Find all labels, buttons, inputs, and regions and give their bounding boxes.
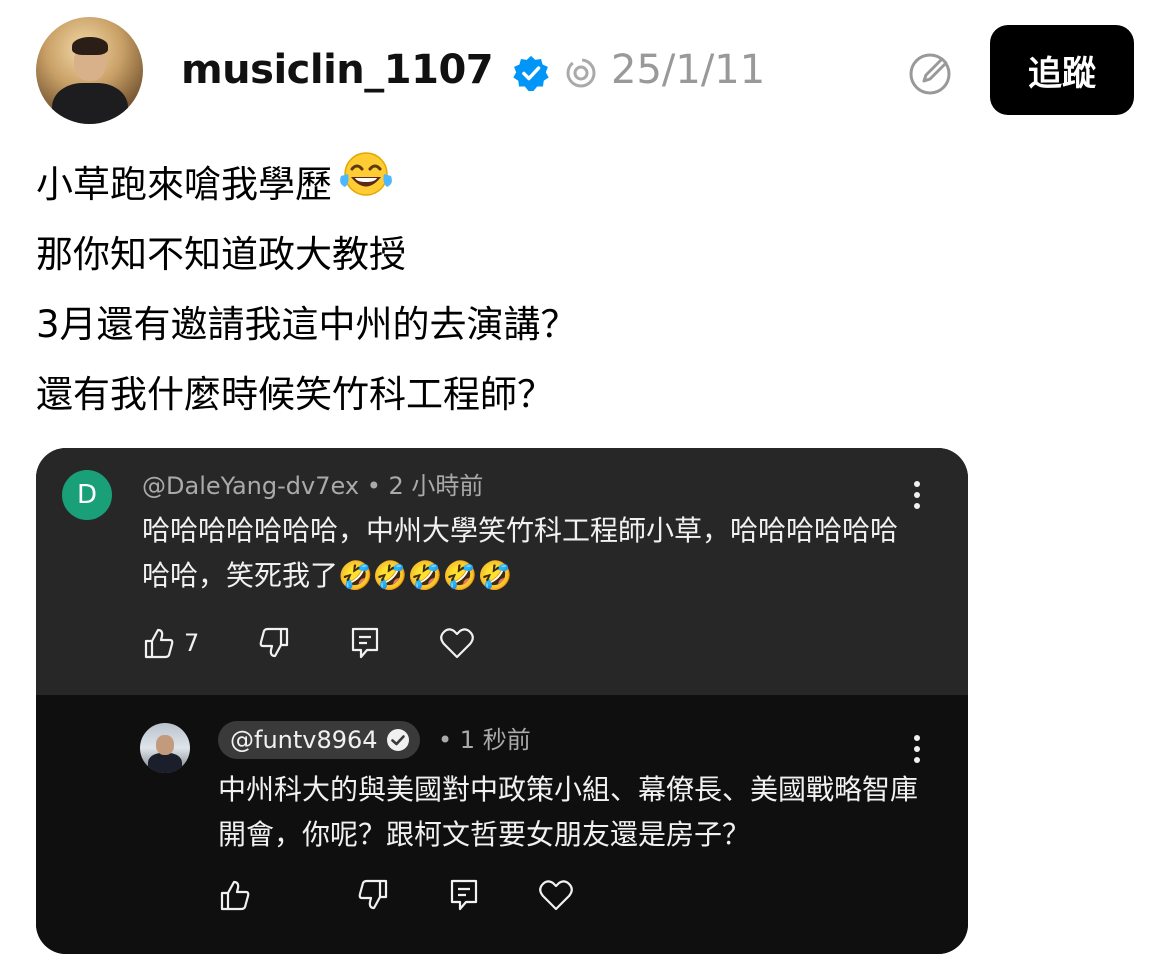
comment-actions: 7 — [142, 626, 533, 660]
more-vertical-icon[interactable] — [913, 734, 921, 764]
commenter-avatar[interactable]: D — [62, 470, 112, 520]
reply-handle-pill[interactable]: @funtv8964 — [218, 721, 420, 759]
reply-avatar[interactable] — [140, 723, 190, 773]
username[interactable]: musiclin_1107 — [181, 44, 494, 96]
tears-of-joy-icon — [338, 150, 394, 221]
post-date: 25/1/11 — [611, 47, 766, 93]
meta-separator: • — [366, 472, 381, 500]
comment-time: 2 小時前 — [388, 472, 484, 500]
like-button[interactable]: 7 — [142, 626, 199, 660]
thumb-down-icon — [259, 627, 289, 658]
comment-handle[interactable]: @DaleYang-dv7ex — [142, 472, 359, 500]
thumb-up-icon — [144, 628, 174, 659]
like-count: 7 — [184, 629, 200, 657]
reply-text: 中州科大的與美國對中政策小組、幕僚長、美國戰略智庫開會，你呢？跟柯文哲要女朋友還… — [218, 773, 919, 851]
reply-button[interactable] — [448, 878, 480, 912]
reply-icon — [352, 627, 379, 659]
post-line-4: 還有我什麼時候笑竹科工程師？ — [36, 373, 554, 416]
follow-button[interactable]: 追蹤 — [990, 25, 1134, 115]
reply-time: 1 秒前 — [459, 726, 531, 754]
dislike-button[interactable] — [356, 878, 390, 912]
post-body: 小草跑來嗆我學歷 那你知不知道政大教授 3月還有邀請我這中州的去演講？ 還有我什… — [36, 150, 578, 430]
heart-icon — [539, 880, 573, 911]
meta-separator: • — [438, 726, 453, 754]
profile-avatar[interactable] — [36, 17, 143, 124]
comment-meta: @DaleYang-dv7ex • 2 小時前 — [142, 470, 483, 502]
comment-text: 哈哈哈哈哈哈哈，中州大學笑竹科工程師小草，哈哈哈哈哈哈哈哈，笑死我了🤣🤣🤣🤣🤣 — [142, 514, 899, 592]
post-line-3: 3月還有邀請我這中州的去演講？ — [36, 303, 578, 346]
reply-handle: @funtv8964 — [230, 726, 378, 754]
verified-badge-icon — [513, 55, 549, 92]
reply-button[interactable] — [349, 626, 381, 660]
thumb-down-icon — [358, 879, 388, 910]
verified-check-icon — [386, 729, 409, 751]
comment-reply: @funtv8964 • 1 秒前 中州科大的與美國對中政策小組、幕僚長、美國戰… — [36, 695, 968, 954]
reply-icon — [450, 879, 478, 911]
embedded-comments-screenshot: D @DaleYang-dv7ex • 2 小時前 哈哈哈哈哈哈哈，中州大學笑竹… — [36, 448, 968, 954]
threads-activity-icon — [566, 58, 596, 88]
reply-actions — [218, 878, 632, 912]
more-vertical-icon[interactable] — [913, 480, 921, 510]
thumb-up-icon — [220, 880, 250, 911]
heart-icon — [440, 628, 475, 659]
post-line-2: 那你知不知道政大教授 — [36, 233, 406, 276]
reply-meta: • 1 秒前 — [438, 723, 531, 757]
heart-button[interactable] — [538, 878, 574, 912]
heart-button[interactable] — [439, 626, 475, 660]
like-button[interactable] — [218, 878, 252, 912]
comment-thread-top: D @DaleYang-dv7ex • 2 小時前 哈哈哈哈哈哈哈，中州大學笑竹… — [36, 448, 968, 695]
dislike-button[interactable] — [257, 626, 291, 660]
post-line-1: 小草跑來嗆我學歷 — [36, 150, 578, 220]
compose-icon[interactable] — [906, 48, 956, 98]
